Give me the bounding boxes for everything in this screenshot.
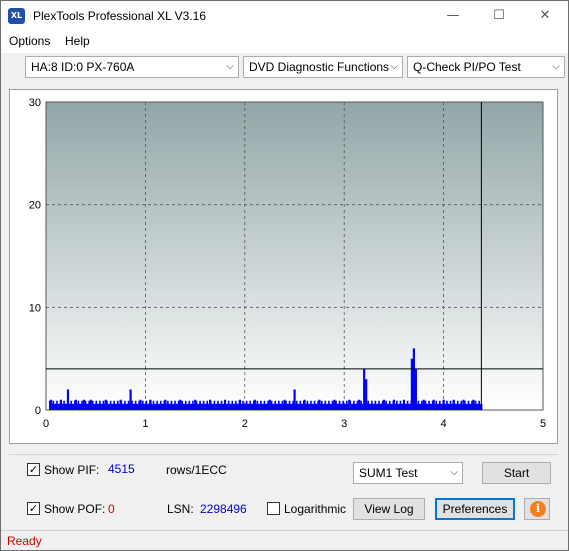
data-bar	[318, 399, 321, 410]
status-bar: Ready	[1, 530, 568, 550]
data-bar	[129, 389, 132, 410]
y-axis: 0 10 20 30	[29, 97, 41, 417]
x-tick-label: 0	[43, 418, 49, 430]
chevron-down-icon: ⌵	[226, 61, 234, 72]
data-bar	[365, 379, 368, 410]
data-bar	[303, 399, 306, 410]
x-tick-label: 1	[142, 418, 148, 430]
data-bar	[283, 399, 286, 410]
maximize-button[interactable]: ☐	[476, 1, 522, 31]
y-tick-label: 30	[29, 97, 41, 109]
x-axis: 0 1 2 3 4 5	[43, 418, 546, 430]
menu-help[interactable]: Help	[65, 34, 90, 48]
data-bar	[410, 358, 413, 410]
y-tick-label: 20	[29, 200, 41, 212]
preferences-button[interactable]: Preferences	[435, 498, 515, 520]
test-select-value: Q-Check PI/PO Test	[413, 60, 521, 74]
data-bar	[238, 399, 242, 410]
function-select[interactable]: DVD Diagnostic Functions ⌵	[243, 56, 403, 78]
data-bar	[139, 399, 142, 410]
y-tick-label: 0	[35, 405, 41, 417]
close-button[interactable]: ✕	[522, 1, 568, 31]
chevron-down-icon: ⌵	[552, 61, 560, 72]
data-bar	[462, 399, 465, 410]
menu-options[interactable]: Options	[9, 34, 50, 48]
data-bar	[392, 399, 396, 410]
data-bar	[119, 399, 122, 410]
data-bar	[49, 399, 53, 410]
divider	[9, 454, 558, 455]
data-bar	[358, 399, 361, 410]
app-icon: XL	[8, 8, 25, 24]
pof-value: 0	[108, 502, 115, 516]
info-icon: i	[530, 501, 546, 517]
data-bar	[89, 399, 92, 410]
data-bar	[179, 399, 182, 410]
data-bar	[82, 399, 85, 410]
x-tick-label: 4	[441, 418, 447, 430]
data-bar	[268, 399, 271, 410]
data-bar	[442, 399, 445, 410]
data-bar	[432, 399, 435, 410]
data-bar	[59, 399, 63, 410]
drive-select[interactable]: HA:8 ID:0 PX-760A ⌵	[25, 56, 239, 78]
data-bar	[452, 399, 455, 410]
info-button[interactable]: i	[524, 498, 550, 520]
chevron-down-icon: ⌵	[390, 61, 398, 72]
sum-test-select[interactable]: SUM1 Test ⌵	[353, 462, 463, 484]
data-bar	[223, 399, 227, 410]
plot-area	[45, 101, 544, 411]
test-select[interactable]: Q-Check PI/PO Test ⌵	[407, 56, 565, 78]
show-pif-checkbox[interactable]: ✓	[27, 463, 40, 476]
drive-select-value: HA:8 ID:0 PX-760A	[31, 60, 135, 74]
view-log-button[interactable]: View Log	[353, 498, 425, 520]
pif-unit: rows/1ECC	[166, 463, 227, 477]
data-bar	[382, 399, 386, 410]
start-button[interactable]: Start	[482, 462, 551, 484]
data-bar	[209, 399, 212, 410]
pif-value: 4515	[108, 462, 135, 476]
app-window: XL PlexTools Professional XL V3.16 — ☐ ✕…	[0, 0, 569, 551]
x-tick-label: 3	[341, 418, 347, 430]
lsn-label: LSN:	[167, 502, 194, 516]
data-bar	[414, 368, 417, 410]
data-bar	[363, 368, 366, 410]
logarithmic-label: Logarithmic	[284, 502, 347, 516]
chevron-down-icon: ⌵	[450, 467, 458, 478]
window-title: PlexTools Professional XL V3.16	[33, 9, 206, 23]
sum-test-value: SUM1 Test	[359, 466, 418, 480]
x-tick-label: 2	[242, 418, 248, 430]
show-pif-label: Show PIF:	[44, 463, 100, 477]
data-bar	[104, 399, 107, 410]
data-bar	[472, 399, 475, 410]
show-pof-label: Show POF:	[44, 502, 106, 516]
data-bar	[149, 399, 152, 410]
chart-panel: 0 10 20 30 0 1 2 3 4 5	[9, 89, 558, 444]
data-bar	[66, 389, 70, 410]
data-bar	[402, 399, 406, 410]
data-bar	[333, 399, 336, 410]
menu-bar: Options Help	[1, 31, 568, 53]
x-tick-label: 5	[540, 418, 546, 430]
data-bar	[412, 348, 415, 410]
show-pof-checkbox[interactable]: ✓	[27, 502, 40, 515]
title-bar[interactable]: XL PlexTools Professional XL V3.16 — ☐ ✕	[1, 1, 568, 31]
pif-chart: 0 10 20 30 0 1 2 3 4 5	[29, 97, 546, 430]
status-text: Ready	[7, 534, 42, 548]
data-bar	[194, 399, 197, 410]
data-bar	[164, 399, 167, 410]
data-bar	[293, 389, 296, 410]
lsn-value: 2298496	[200, 502, 247, 516]
data-bar	[348, 399, 351, 410]
minimize-button[interactable]: —	[430, 1, 476, 31]
data-bar	[422, 399, 425, 410]
logarithmic-checkbox[interactable]	[267, 502, 280, 515]
y-tick-label: 10	[29, 302, 41, 314]
data-bar	[253, 399, 256, 410]
function-select-value: DVD Diagnostic Functions	[249, 60, 390, 74]
toolbar: HA:8 ID:0 PX-760A ⌵ DVD Diagnostic Funct…	[1, 53, 568, 81]
data-bar	[74, 399, 78, 410]
